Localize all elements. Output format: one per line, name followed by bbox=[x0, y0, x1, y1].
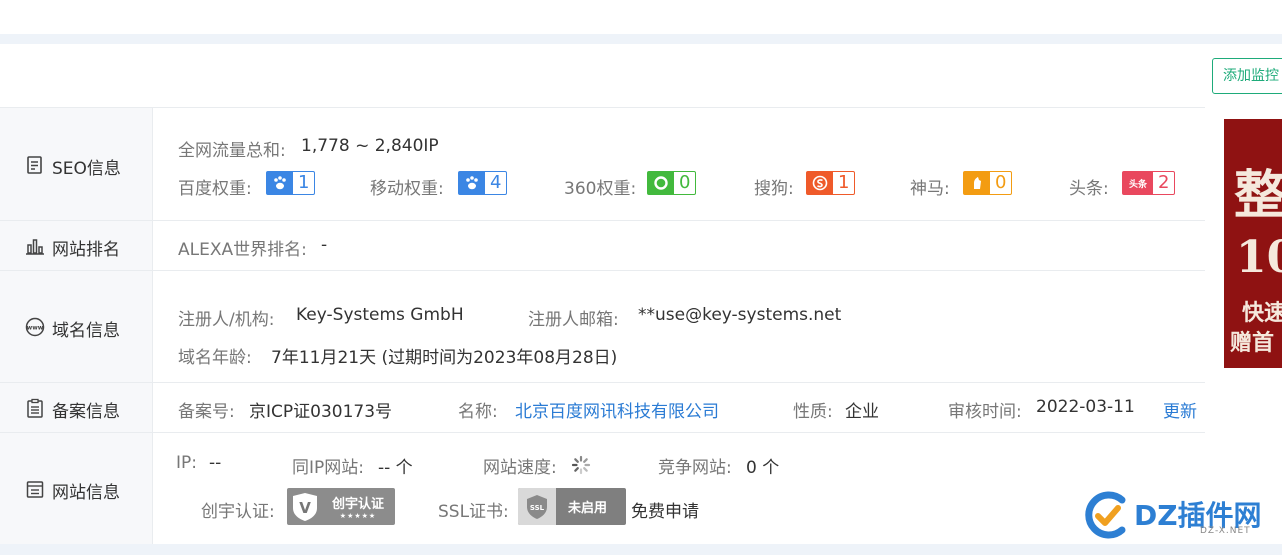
top-bar bbox=[0, 0, 1282, 34]
dz-logo-icon bbox=[1085, 491, 1126, 539]
alexa-label: ALEXA世界排名: bbox=[178, 240, 307, 260]
chuangyu-badge-text: 创宇认证 bbox=[331, 497, 384, 512]
baidu-paw-icon bbox=[267, 172, 293, 194]
sogou-logo-icon bbox=[807, 172, 833, 194]
siteinfo-label: 网站信息 bbox=[52, 483, 120, 503]
review-time-label: 审核时间: bbox=[948, 402, 1022, 422]
dz-watermark: DZ插件网 DZ-X.NET bbox=[1082, 488, 1272, 544]
beian-row: 备案信息 备案号: 京ICP证030173号 名称: 北京百度网讯科技有限公司 … bbox=[0, 382, 1205, 432]
toutiao-rank-label: 头条: bbox=[1069, 179, 1109, 199]
traffic-label: 全网流量总和: bbox=[178, 141, 286, 161]
shenma-rank-label: 神马: bbox=[910, 179, 950, 199]
loading-spinner-icon bbox=[571, 455, 591, 475]
chuangyu-v-icon: V bbox=[293, 493, 317, 521]
domain-label: 域名信息 bbox=[52, 321, 120, 341]
main-panel: 添加监控 SEO信息 全网流量总和: 1,778 ~ 2,840IP 百度权重: bbox=[0, 44, 1282, 544]
seo-label-cell: SEO信息 bbox=[0, 108, 153, 220]
360-rank-value: 0 bbox=[679, 172, 691, 193]
siteinfo-label-cell: 网站信息 bbox=[0, 433, 153, 544]
advertisement-banner[interactable]: 整 10 快速 赠首 bbox=[1224, 119, 1282, 368]
beian-number-value: 京ICP证030173号 bbox=[249, 402, 393, 422]
beian-label-cell: 备案信息 bbox=[0, 383, 153, 432]
ssl-badge-text: 未启用 bbox=[568, 501, 608, 516]
alexa-value: - bbox=[321, 235, 328, 255]
beian-name-label: 名称: bbox=[458, 402, 498, 422]
registrant-value: Key-Systems GmbH bbox=[296, 305, 464, 325]
ad-line-3: 快速 bbox=[1242, 301, 1282, 326]
ad-line-4: 赠首 bbox=[1230, 331, 1275, 356]
toutiao-logo-icon: 头条 bbox=[1123, 172, 1153, 194]
beian-number-label: 备案号: bbox=[178, 402, 235, 422]
ssl-shield-icon: SSL bbox=[518, 488, 556, 525]
svg-text:V: V bbox=[299, 499, 311, 517]
baidu-rank-label: 百度权重: bbox=[178, 179, 252, 199]
ranking-row: 网站排名 ALEXA世界排名: - bbox=[0, 220, 1205, 270]
sogou-rank-label: 搜狗: bbox=[754, 179, 794, 199]
sogou-rank-badge[interactable]: 1 bbox=[806, 171, 856, 195]
svg-text:www: www bbox=[27, 325, 44, 332]
speed-label: 网站速度: bbox=[483, 458, 557, 478]
shenma-rank-value: 0 bbox=[995, 172, 1007, 193]
domain-label-cell: www 域名信息 bbox=[0, 271, 153, 382]
seo-row: SEO信息 全网流量总和: 1,778 ~ 2,840IP 百度权重: 1 移动… bbox=[0, 107, 1205, 220]
sogou-rank-value: 1 bbox=[838, 172, 850, 193]
siteinfo-row: 网站信息 IP: -- 同IP网站: -- 个 网站速度: 竞争网站: 0 个 … bbox=[0, 432, 1205, 544]
360-logo-icon bbox=[648, 172, 674, 194]
360-rank-label: 360权重: bbox=[564, 179, 637, 199]
toutiao-rank-badge[interactable]: 头条 2 bbox=[1122, 171, 1176, 195]
shenma-rank-badge[interactable]: 0 bbox=[963, 171, 1013, 195]
same-ip-label: 同IP网站: bbox=[292, 458, 364, 478]
domain-age-value: 7年11月21天 (过期时间为2023年08月28日) bbox=[271, 348, 618, 368]
ranking-label-cell: 网站排名 bbox=[0, 221, 153, 270]
update-link[interactable]: 更新 bbox=[1163, 397, 1197, 422]
domain-row: www 域名信息 注册人/机构: Key-Systems GmbH 注册人邮箱:… bbox=[0, 270, 1205, 382]
competitor-label: 竞争网站: bbox=[658, 458, 732, 478]
review-time-value: 2022-03-11 bbox=[1036, 397, 1135, 417]
ssl-apply-link[interactable]: 免费申请 bbox=[631, 497, 699, 522]
dz-watermark-sub: DZ-X.NET bbox=[1200, 526, 1251, 536]
chuangyu-label: 创宇认证: bbox=[201, 502, 275, 522]
ssl-badge[interactable]: SSL 未启用 bbox=[518, 488, 626, 525]
ranking-label: 网站排名 bbox=[52, 240, 120, 260]
traffic-value: 1,778 ~ 2,840IP bbox=[301, 136, 439, 156]
www-globe-icon: www bbox=[25, 317, 45, 337]
competitor-value: 0 个 bbox=[746, 458, 780, 478]
mobile-rank-badge[interactable]: 4 bbox=[458, 171, 508, 195]
shenma-logo-icon bbox=[964, 172, 990, 194]
registrant-label: 注册人/机构: bbox=[178, 310, 275, 330]
beian-type-label: 性质: bbox=[793, 402, 833, 422]
site-list-icon bbox=[26, 481, 44, 498]
document-icon bbox=[27, 156, 42, 174]
clipboard-icon bbox=[27, 398, 43, 418]
chuangyu-stars: ★★★★★ bbox=[339, 512, 377, 520]
bar-chart-icon bbox=[26, 239, 44, 255]
chuangyu-badge[interactable]: V 创宇认证 ★★★★★ bbox=[287, 488, 395, 525]
email-label: 注册人邮箱: bbox=[528, 310, 619, 330]
ssl-label: SSL证书: bbox=[438, 502, 509, 522]
mobile-rank-label: 移动权重: bbox=[370, 179, 444, 199]
ip-label: IP: bbox=[176, 453, 197, 473]
beian-label: 备案信息 bbox=[52, 402, 120, 422]
beian-type-value: 企业 bbox=[845, 402, 879, 422]
toutiao-rank-value: 2 bbox=[1158, 172, 1170, 193]
domain-age-label: 域名年龄: bbox=[178, 348, 252, 368]
add-monitor-button[interactable]: 添加监控 bbox=[1212, 58, 1282, 94]
baidu-rank-value: 1 bbox=[298, 172, 310, 193]
baidu-mobile-paw-icon bbox=[459, 172, 485, 194]
baidu-rank-badge[interactable]: 1 bbox=[266, 171, 316, 195]
email-value: **use@key-systems.net bbox=[638, 305, 842, 325]
ad-line-2: 10 bbox=[1236, 232, 1282, 283]
beian-company-link[interactable]: 北京百度网讯科技有限公司 bbox=[515, 397, 719, 422]
seo-label: SEO信息 bbox=[52, 159, 121, 179]
svg-text:SSL: SSL bbox=[530, 504, 545, 512]
mobile-rank-value: 4 bbox=[490, 172, 502, 193]
same-ip-value: -- 个 bbox=[378, 458, 413, 478]
ad-line-1: 整 bbox=[1234, 165, 1282, 226]
ip-value: -- bbox=[209, 453, 222, 473]
360-rank-badge[interactable]: 0 bbox=[647, 171, 697, 195]
